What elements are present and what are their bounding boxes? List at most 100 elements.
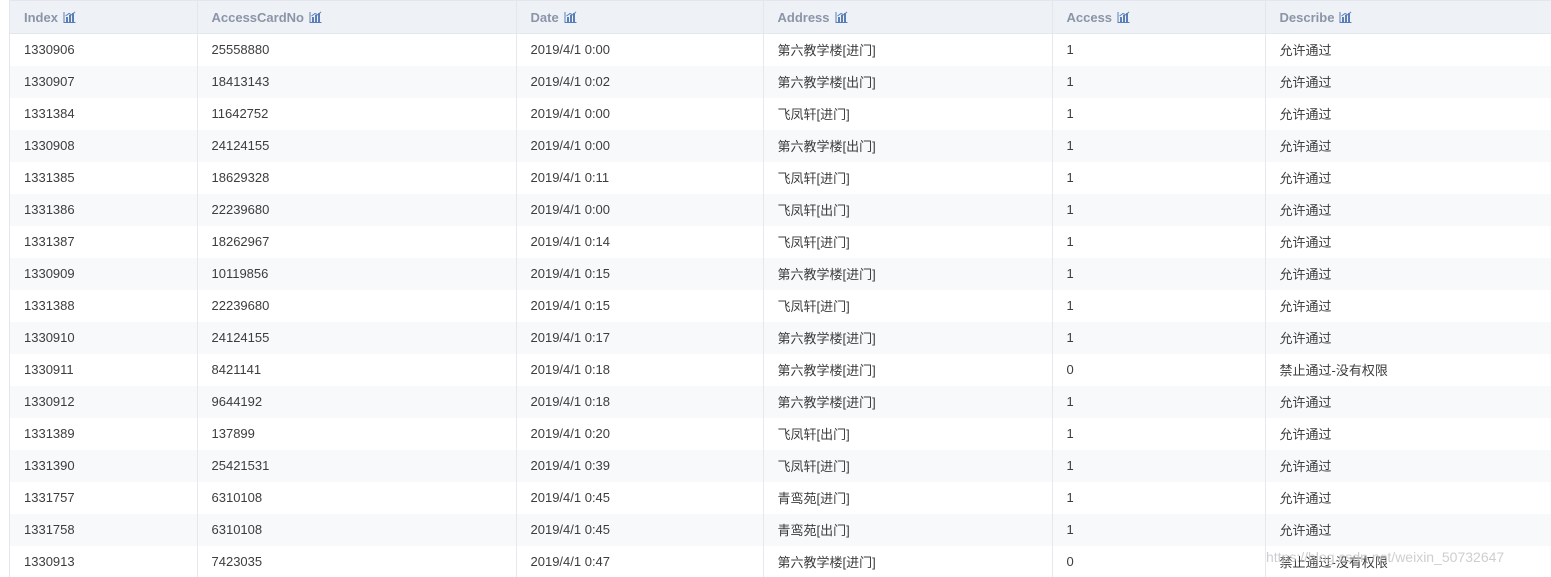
cell-address: 飞凤轩[进门] xyxy=(763,161,1053,194)
cell-index: 1331386 xyxy=(10,193,198,226)
table-row[interactable]: 1330911 8421141 2019/4/1 0:18 第六教学楼[进门] 0 禁止通… xyxy=(10,353,1551,386)
cell-date: 2019/4/1 0:00 xyxy=(516,33,764,66)
chart-icon[interactable] xyxy=(309,11,322,23)
table-row[interactable]: 1331386 22239680 2019/4/1 0:00 飞凤轩[出门] 1 允许通过 xyxy=(10,193,1551,226)
table-row[interactable]: 1330910 24124155 2019/4/1 0:17 第六教学楼[进门] 1 允许… xyxy=(10,321,1551,354)
cell-describe: 允许通过 xyxy=(1279,427,1332,442)
chart-icon[interactable] xyxy=(1339,11,1352,23)
column-header-address[interactable]: Address xyxy=(763,0,1053,34)
cell-card: 7423035 xyxy=(197,545,517,577)
table-row[interactable]: 1330912 9644192 2019/4/1 0:18 第六教学楼[进门] 1 允许通… xyxy=(10,385,1551,418)
cell-address: 飞凤轩[进门] xyxy=(763,97,1053,130)
cell-date: 2019/4/1 0:18 xyxy=(516,353,764,386)
cell-describe: 允许通过 xyxy=(1279,523,1332,538)
table-row[interactable]: 1331758 6310108 2019/4/1 0:45 青鸾苑[出门] 1 允许通过 xyxy=(10,513,1551,546)
cell-card: 24124155 xyxy=(197,321,517,354)
table-row[interactable]: 1331388 22239680 2019/4/1 0:15 飞凤轩[进门] 1 允许通过 xyxy=(10,289,1551,322)
chart-icon[interactable] xyxy=(564,11,577,23)
cell-address: 飞凤轩[出门] xyxy=(763,193,1053,226)
cell-address: 第六教学楼[进门] xyxy=(763,257,1053,290)
data-table-container: Index AccessCardNo Date Address Access Descri… xyxy=(9,0,1551,577)
cell-date: 2019/4/1 0:00 xyxy=(516,97,764,130)
cell-access: 1 xyxy=(1052,257,1266,290)
table-body: 1330906 25558880 2019/4/1 0:00 第六教学楼[进门] 1 允许… xyxy=(10,33,1551,577)
column-header-label: Access xyxy=(1066,9,1113,25)
cell-access: 0 xyxy=(1052,545,1266,577)
cell-date: 2019/4/1 0:39 xyxy=(516,449,764,482)
table-row[interactable]: 1330907 18413143 2019/4/1 0:02 第六教学楼[出门] 1 允许… xyxy=(10,65,1551,98)
column-header-index[interactable]: Index xyxy=(10,0,198,34)
cell-date: 2019/4/1 0:00 xyxy=(516,129,764,162)
cell-card: 22239680 xyxy=(197,193,517,226)
cell-address: 飞凤轩[出门] xyxy=(763,417,1053,450)
cell-describe: 允许通过 xyxy=(1279,139,1332,154)
cell-describe: 允许通过 xyxy=(1279,267,1332,282)
table-row[interactable]: 1330908 24124155 2019/4/1 0:00 第六教学楼[出门] 1 允许… xyxy=(10,129,1551,162)
cell-card: 22239680 xyxy=(197,289,517,322)
cell-access: 1 xyxy=(1052,385,1266,418)
table-row[interactable]: 1330906 25558880 2019/4/1 0:00 第六教学楼[进门] 1 允许… xyxy=(10,33,1551,66)
chart-icon[interactable] xyxy=(835,11,848,23)
cell-address: 第六教学楼[进门] xyxy=(763,321,1053,354)
cell-card: 25558880 xyxy=(197,33,517,66)
column-header-date[interactable]: Date xyxy=(516,0,764,34)
cell-index: 1331388 xyxy=(10,289,198,322)
column-header-label: AccessCardNo xyxy=(211,9,305,25)
cell-address: 第六教学楼[进门] xyxy=(763,353,1053,386)
table-row[interactable]: 1330909 10119856 2019/4/1 0:15 第六教学楼[进门] 1 允许… xyxy=(10,257,1551,290)
cell-date: 2019/4/1 0:20 xyxy=(516,417,764,450)
cell-describe: 允许通过 xyxy=(1279,235,1332,250)
cell-address: 青鸾苑[进门] xyxy=(763,481,1053,514)
cell-describe: 禁止通过-没有权限 xyxy=(1279,555,1388,570)
cell-index: 1330906 xyxy=(10,33,198,66)
cell-address: 第六教学楼[出门] xyxy=(763,129,1053,162)
cell-index: 1331389 xyxy=(10,417,198,450)
cell-index: 1330910 xyxy=(10,321,198,354)
cell-access: 1 xyxy=(1052,33,1266,66)
cell-index: 1330911 xyxy=(10,353,198,386)
cell-card: 9644192 xyxy=(197,385,517,418)
table-row[interactable]: 1331757 6310108 2019/4/1 0:45 青鸾苑[进门] 1 允许通过 xyxy=(10,481,1551,514)
column-header-access[interactable]: Access xyxy=(1052,0,1266,34)
cell-date: 2019/4/1 0:00 xyxy=(516,193,764,226)
cell-access: 1 xyxy=(1052,417,1266,450)
cell-access: 0 xyxy=(1052,353,1266,386)
cell-index: 1331385 xyxy=(10,161,198,194)
column-header-label: Describe xyxy=(1279,9,1335,25)
cell-card: 6310108 xyxy=(197,513,517,546)
cell-address: 第六教学楼[进门] xyxy=(763,385,1053,418)
cell-index: 1330912 xyxy=(10,385,198,418)
cell-describe: 允许通过 xyxy=(1279,331,1332,346)
cell-card: 137899 xyxy=(197,417,517,450)
cell-card: 8421141 xyxy=(197,353,517,386)
table-row[interactable]: 1331389 137899 2019/4/1 0:20 飞凤轩[出门] 1 允许通过 xyxy=(10,417,1551,450)
chart-icon[interactable] xyxy=(63,11,76,23)
table-row[interactable]: 1331384 11642752 2019/4/1 0:00 飞凤轩[进门] 1 允许通过 xyxy=(10,97,1551,130)
table-row[interactable]: 1331385 18629328 2019/4/1 0:11 飞凤轩[进门] 1 允许通过 xyxy=(10,161,1551,194)
cell-access: 1 xyxy=(1052,225,1266,258)
cell-index: 1330913 xyxy=(10,545,198,577)
cell-describe: 允许通过 xyxy=(1279,491,1332,506)
cell-access: 1 xyxy=(1052,65,1266,98)
column-header-label: Date xyxy=(530,9,559,25)
cell-address: 第六教学楼[进门] xyxy=(763,545,1053,577)
cell-address: 第六教学楼[进门] xyxy=(763,33,1053,66)
cell-address: 飞凤轩[进门] xyxy=(763,449,1053,482)
cell-address: 飞凤轩[进门] xyxy=(763,289,1053,322)
cell-date: 2019/4/1 0:17 xyxy=(516,321,764,354)
cell-index: 1331384 xyxy=(10,97,198,130)
table-row[interactable]: 1330913 7423035 2019/4/1 0:47 第六教学楼[进门] 0 禁止通… xyxy=(10,545,1551,577)
cell-access: 1 xyxy=(1052,321,1266,354)
table-row[interactable]: 1331387 18262967 2019/4/1 0:14 飞凤轩[进门] 1 允许通过 xyxy=(10,225,1551,258)
cell-index: 1331757 xyxy=(10,481,198,514)
chart-icon[interactable] xyxy=(1117,11,1130,23)
column-header-card[interactable]: AccessCardNo xyxy=(197,0,517,34)
cell-access: 1 xyxy=(1052,129,1266,162)
cell-date: 2019/4/1 0:14 xyxy=(516,225,764,258)
column-header-describe[interactable]: Describe xyxy=(1265,0,1551,34)
cell-index: 1331758 xyxy=(10,513,198,546)
cell-date: 2019/4/1 0:11 xyxy=(516,161,764,194)
cell-describe: 允许通过 xyxy=(1279,395,1332,410)
cell-card: 25421531 xyxy=(197,449,517,482)
table-row[interactable]: 1331390 25421531 2019/4/1 0:39 飞凤轩[进门] 1 允许通过 xyxy=(10,449,1551,482)
